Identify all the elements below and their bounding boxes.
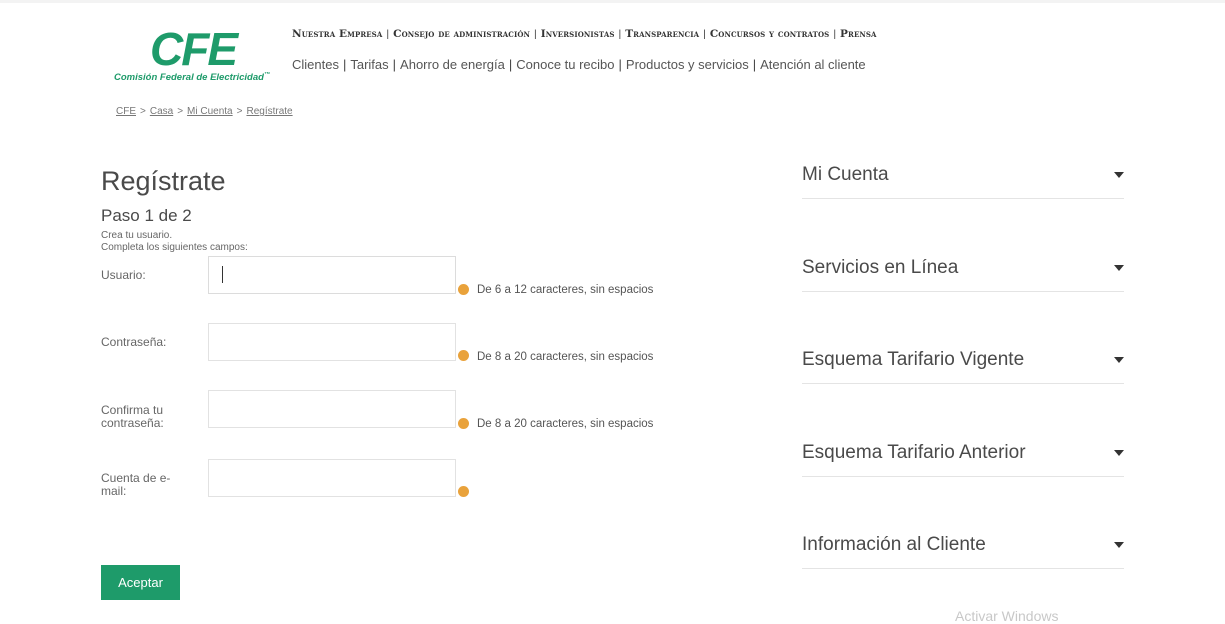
breadcrumb-separator: > [236, 106, 243, 117]
breadcrumb-registrate[interactable]: Regístrate [246, 106, 292, 117]
email-label: Cuenta de e- mail: [101, 472, 170, 498]
info-dot-icon [458, 418, 469, 429]
username-hint: De 6 a 12 caracteres, sin espacios [477, 284, 654, 296]
logo-mark: CFE [150, 23, 238, 75]
step-indicator: Paso 1 de 2 [101, 206, 192, 225]
nav-clientes[interactable]: Clientes [292, 57, 339, 72]
breadcrumb-separator: > [140, 106, 146, 117]
nav-separator: | [534, 28, 537, 40]
email-input[interactable] [208, 459, 456, 497]
nav-separator: | [392, 57, 397, 72]
breadcrumb-cfe[interactable]: CFE [116, 106, 136, 117]
info-dot-icon [458, 284, 469, 295]
username-label: Usuario: [101, 268, 146, 282]
breadcrumb-casa[interactable]: Casa [150, 106, 173, 117]
password-label: Contraseña: [101, 335, 167, 349]
intro-text: Crea tu usuario. [101, 230, 173, 241]
sidebar-item-label: Esquema Tarifario Anterior [802, 442, 1026, 463]
nav-nuestra-empresa[interactable]: Nuestra Empresa [292, 28, 382, 40]
top-border [0, 0, 1225, 3]
text-cursor [222, 266, 223, 283]
chevron-down-icon [1114, 450, 1124, 456]
sidebar-item-label: Servicios en Línea [802, 257, 959, 278]
nav-conoce-recibo[interactable]: Conoce tu recibo [516, 57, 614, 72]
nav-separator: | [703, 28, 706, 40]
nav-prensa[interactable]: Prensa [840, 28, 877, 40]
info-dot-icon [458, 350, 469, 361]
nav-separator: | [752, 57, 757, 72]
confirm-password-input[interactable] [208, 390, 456, 428]
nav-separator: | [618, 57, 622, 72]
sidebar-item-label: Información al Cliente [802, 534, 986, 555]
confirm-password-label-line2: contraseña: [101, 416, 164, 430]
chevron-down-icon [1114, 542, 1124, 548]
primary-nav: Nuestra Empresa | Consejo de administració… [292, 28, 877, 40]
sidebar-item-esquema-anterior[interactable]: Esquema Tarifario Anterior [802, 436, 1124, 477]
nav-concursos[interactable]: Concursos y contratos [710, 28, 829, 40]
accept-button[interactable]: Aceptar [101, 565, 180, 600]
nav-inversionistas[interactable]: Inversionistas [541, 28, 615, 40]
logo-subtitle-text: Comisión Federal de Electricidad [114, 72, 264, 84]
password-hint: De 8 a 20 caracteres, sin espacios [477, 351, 654, 363]
sidebar-item-esquema-vigente[interactable]: Esquema Tarifario Vigente [802, 343, 1124, 384]
nav-atencion-cliente[interactable]: Atención al cliente [760, 57, 866, 72]
nav-consejo[interactable]: Consejo de administración [393, 28, 530, 40]
email-label-line2: mail: [101, 484, 127, 498]
page-title: Regístrate [101, 166, 226, 196]
nav-tarifas[interactable]: Tarifas [350, 57, 388, 72]
nav-separator: | [508, 57, 513, 72]
intro-instructions: Completa los siguientes campos: [101, 242, 248, 253]
nav-ahorro-energia[interactable]: Ahorro de energía [400, 57, 505, 72]
logo-subtitle: Comisión Federal de Electricidad™ [114, 72, 270, 83]
logo-trademark: ™ [263, 72, 270, 78]
nav-transparencia[interactable]: Transparencia [625, 28, 699, 40]
breadcrumb: CFE > Casa > Mi Cuenta > Regístrate [116, 106, 293, 117]
secondary-nav: Clientes | Tarifas | Ahorro de energía | Conoc… [292, 57, 866, 72]
sidebar-item-mi-cuenta[interactable]: Mi Cuenta [802, 158, 1124, 199]
nav-separator: | [386, 28, 390, 40]
password-input[interactable] [208, 323, 456, 361]
info-dot-icon [458, 486, 469, 497]
windows-activation-watermark: Activar Windows [955, 608, 1059, 624]
sidebar-item-informacion-cliente[interactable]: Información al Cliente [802, 528, 1124, 569]
chevron-down-icon [1114, 357, 1124, 363]
confirm-password-label: Confirma tu contraseña: [101, 404, 164, 430]
nav-separator: | [342, 57, 347, 72]
sidebar-item-label: Mi Cuenta [802, 164, 889, 185]
sidebar-item-servicios-en-linea[interactable]: Servicios en Línea [802, 251, 1124, 292]
breadcrumb-separator: > [177, 106, 184, 117]
nav-separator: | [833, 28, 837, 40]
sidebar-item-label: Esquema Tarifario Vigente [802, 349, 1025, 370]
cfe-logo[interactable]: CFE Comisión Federal de Electricidad™ [112, 22, 282, 88]
nav-separator: | [618, 28, 622, 40]
username-input[interactable] [208, 256, 456, 294]
breadcrumb-mi-cuenta[interactable]: Mi Cuenta [187, 106, 233, 117]
confirm-password-hint: De 8 a 20 caracteres, sin espacios [477, 418, 654, 430]
chevron-down-icon [1114, 265, 1124, 271]
nav-productos-servicios[interactable]: Productos y servicios [626, 57, 749, 72]
chevron-down-icon [1114, 172, 1124, 178]
